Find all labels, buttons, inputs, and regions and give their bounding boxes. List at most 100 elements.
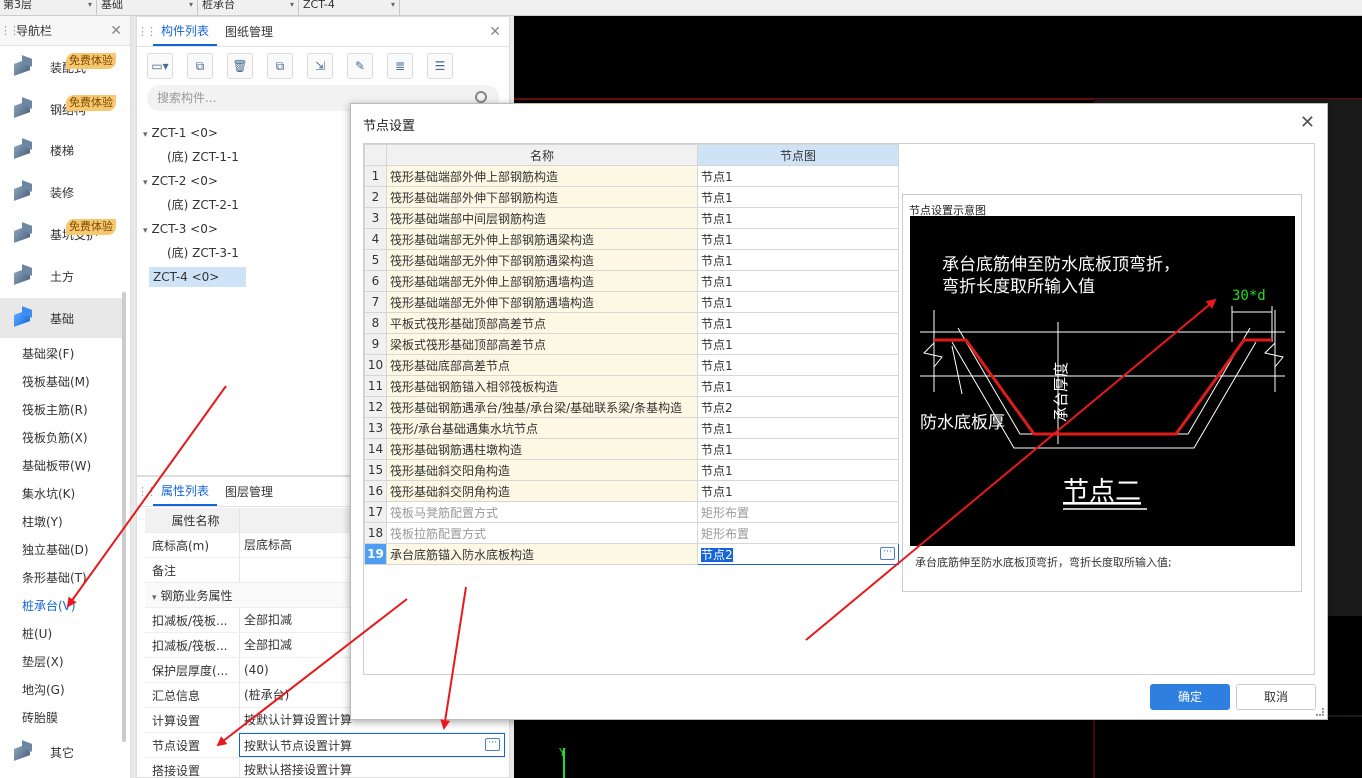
row-node-value[interactable]: 节点1 [697,270,899,292]
delete-icon[interactable]: 🗑 [227,53,253,79]
component-dropdown[interactable]: ZCT-4 ▾ [300,0,400,15]
node-value-editor[interactable]: 节点2 [701,547,733,562]
tree-node-zct3[interactable]: ▾ ZCT-3 <0> [143,219,218,239]
row-node-value[interactable]: 节点1 [697,438,899,460]
node-table-row[interactable]: 6 筏形基础端部无外伸上部钢筋遇墙构造 节点1 [364,270,899,292]
node-table-row[interactable]: 8 平板式筏形基础顶部高差节点 节点1 [364,312,899,334]
collapse-caret-icon[interactable]: ▾ [143,178,148,188]
new-component-icon[interactable]: ▭▾ [147,53,173,79]
close-icon[interactable]: ✕ [110,23,122,39]
nav-sub-pile-cap[interactable]: 桩承台(V) [22,598,76,614]
row-node-value[interactable]: 节点1 [697,207,899,229]
row-node-value[interactable]: 节点1 [697,291,899,313]
close-icon[interactable]: ✕ [1300,112,1315,133]
nav-item-earthwork[interactable]: 土方 [0,256,124,296]
ok-button[interactable]: 确定 [1150,684,1230,710]
nav-sub-strip-footing[interactable]: 条形基础(T) [22,570,87,586]
drag-grip-icon[interactable]: ⋮⋮ [137,477,157,506]
row-node-value[interactable]: 节点1 [697,354,899,376]
tree-leaf-zct2-1[interactable]: (底) ZCT-2-1 [167,195,239,215]
row-node-value[interactable]: 节点1 [697,375,899,397]
tab-property-list[interactable]: 属性列表 [153,477,218,506]
node-table-row[interactable]: 7 筏形基础端部无外伸下部钢筋遇墙构造 节点1 [364,291,899,313]
collapse-caret-icon[interactable]: ▾ [143,226,148,236]
row-node-value[interactable]: 节点1 [697,417,899,439]
row-node-value[interactable]: 节点1 [697,165,899,187]
row-node-value[interactable]: 节点1 [697,312,899,334]
nav-sub-cushion[interactable]: 垫层(X) [22,654,64,670]
node-table-row[interactable]: 3 筏形基础端部中间层钢筋构造 节点1 [364,207,899,229]
nav-item-other[interactable]: 其它 [0,732,124,772]
list-settings-icon[interactable]: ☰ [427,53,453,79]
row-node-value[interactable]: 矩形布置 [697,501,899,523]
close-icon[interactable]: ✕ [489,24,501,40]
edit-icon[interactable]: ✎ [347,53,373,79]
search-icon[interactable] [475,91,487,103]
row-node-value[interactable]: 节点2 ··· [697,543,899,565]
cancel-button[interactable]: 取消 [1236,684,1316,710]
tree-node-zct1[interactable]: ▾ ZCT-1 <0> [143,123,218,143]
node-table-row[interactable]: 19 承台底筋锚入防水底板构造 节点2 ··· [364,543,899,565]
nav-sub-sump[interactable]: 集水坑(K) [22,486,75,502]
property-row[interactable]: 搭接设置 按默认搭接设置计算 [145,758,505,778]
tab-layer-management[interactable]: 图层管理 [217,477,281,506]
nav-scrollbar[interactable] [122,292,126,742]
nav-sub-foundation-beam[interactable]: 基础梁(F) [22,346,74,362]
collapse-caret-icon[interactable]: ▾ [152,593,157,603]
drag-grip-icon[interactable]: ⋮⋮ [137,17,157,46]
node-table-row[interactable]: 18 筏板拉筋配置方式 矩形布置 [364,522,899,544]
import-icon[interactable]: ⇲ [307,53,333,79]
copy-icon[interactable]: ⧉ [187,53,213,79]
node-table-row[interactable]: 14 筏形基础钢筋遇柱墩构造 节点1 [364,438,899,460]
node-table-row[interactable]: 13 筏形/承台基础遇集水坑节点 节点1 [364,417,899,439]
row-node-value[interactable]: 节点1 [697,459,899,481]
nav-sub-raft[interactable]: 筏板基础(M) [22,374,90,390]
tab-drawing-management[interactable]: 图纸管理 [217,17,281,46]
nav-item-foundation[interactable]: 基础 [0,298,124,338]
category-dropdown[interactable]: 基础 ▾ [98,0,198,15]
resize-grip-icon[interactable] [1316,708,1324,716]
nav-sub-isolated-footing[interactable]: 独立基础(D) [22,542,89,558]
node-table-row[interactable]: 16 筏形基础斜交阴角构造 节点1 [364,480,899,502]
node-table-row[interactable]: 2 筏形基础端部外伸下部钢筋构造 节点1 [364,186,899,208]
tab-component-list[interactable]: 构件列表 [153,17,218,46]
row-node-value[interactable]: 矩形布置 [697,522,899,544]
node-table-row[interactable]: 1 筏形基础端部外伸上部钢筋构造 节点1 [364,165,899,187]
node-table-row[interactable]: 17 筏板马凳筋配置方式 矩形布置 [364,501,899,523]
nav-item-stairs[interactable]: 楼梯 [0,130,124,170]
tree-node-zct4[interactable]: ZCT-4 <0> [149,267,246,287]
properties-icon[interactable]: ≣ [387,53,413,79]
tree-leaf-zct1-1[interactable]: (底) ZCT-1-1 [167,147,239,167]
floor-dropdown[interactable]: 第3层 ▾ [0,0,97,15]
node-table-row[interactable]: 15 筏形基础斜交阳角构造 节点1 [364,459,899,481]
row-node-value[interactable]: 节点1 [697,480,899,502]
tree-node-zct2[interactable]: ▾ ZCT-2 <0> [143,171,218,191]
node-table-row[interactable]: 12 筏形基础钢筋遇承台/独基/承台梁/基础联系梁/条基构造 节点2 [364,396,899,418]
nav-item-pit-support[interactable]: 基坑支护 免费体验 [0,214,124,254]
nav-sub-pile[interactable]: 桩(U) [22,626,52,642]
node-table-row[interactable]: 4 筏形基础端部无外伸上部钢筋遇梁构造 节点1 [364,228,899,250]
node-table-row[interactable]: 5 筏形基础端部无外伸下部钢筋遇梁构造 节点1 [364,249,899,271]
nav-item-prefab[interactable]: 装配式 免费体验 [0,47,124,87]
nav-sub-brick-mold[interactable]: 砖胎膜 [22,710,58,726]
more-options-button[interactable]: ··· [880,547,895,560]
drag-grip-icon[interactable]: ⋮⋮ [0,24,20,37]
nav-item-steel[interactable]: 钢结构 免费体验 [0,89,124,129]
property-row-node-settings[interactable]: 节点设置 按默认节点设置计算 ··· [145,733,505,758]
node-table-row[interactable]: 11 筏形基础钢筋锚入相邻筏板构造 节点1 [364,375,899,397]
row-node-value[interactable]: 节点2 [697,396,899,418]
nav-sub-column-pier[interactable]: 柱墩(Y) [22,514,63,530]
nav-sub-raft-neg-rebar[interactable]: 筏板负筋(X) [22,430,88,446]
more-options-button[interactable]: ··· [485,738,500,751]
row-node-value[interactable]: 节点1 [697,333,899,355]
row-node-value[interactable]: 节点1 [697,249,899,271]
collapse-caret-icon[interactable]: ▾ [143,130,148,140]
node-table-row[interactable]: 9 梁板式筏形基础顶部高差节点 节点1 [364,333,899,355]
nav-sub-trench[interactable]: 地沟(G) [22,682,65,698]
node-settings-field[interactable]: 按默认节点设置计算 ··· [239,733,505,757]
row-node-value[interactable]: 节点1 [697,228,899,250]
nav-sub-raft-main-rebar[interactable]: 筏板主筋(R) [22,402,88,418]
duplicate-layer-icon[interactable]: ⧉ [267,53,293,79]
node-table-row[interactable]: 10 筏形基础底部高差节点 节点1 [364,354,899,376]
type-dropdown[interactable]: 桩承台 ▾ [199,0,299,15]
